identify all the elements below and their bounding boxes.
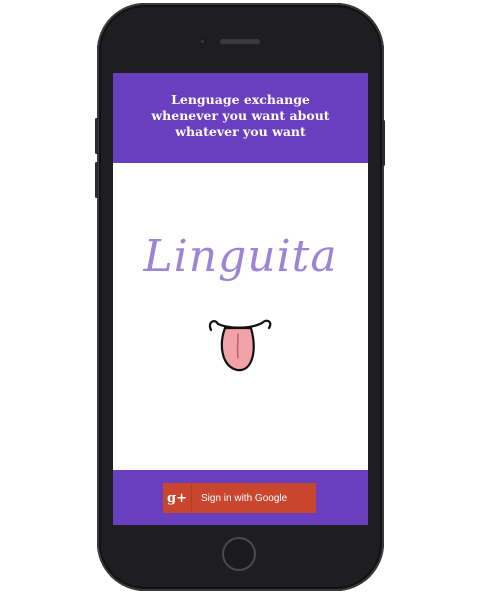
tongue-face-icon (208, 319, 272, 372)
app-logo-text: Linguita (143, 231, 338, 282)
google-sign-in-button[interactable]: g+ Sign in with Google (163, 483, 316, 513)
google-plus-icon: g+ (163, 483, 192, 513)
tagline-header: Lenguage exchange whenever you want abou… (113, 73, 368, 163)
front-camera (199, 38, 206, 45)
tagline-line: whatever you want (175, 124, 306, 139)
power-button (382, 120, 385, 166)
volume-up-button (95, 118, 98, 154)
footer-bar: g+ Sign in with Google (113, 470, 368, 525)
tagline: Lenguage exchange whenever you want abou… (123, 92, 358, 140)
tagline-line: Lenguage exchange (171, 92, 310, 107)
earpiece-speaker (220, 39, 260, 44)
app-screen: Lenguage exchange whenever you want abou… (113, 73, 368, 525)
volume-down-button (95, 162, 98, 198)
home-button (222, 537, 256, 571)
tagline-line: whenever you want about (151, 108, 330, 123)
google-sign-in-label: Sign in with Google (201, 492, 288, 504)
